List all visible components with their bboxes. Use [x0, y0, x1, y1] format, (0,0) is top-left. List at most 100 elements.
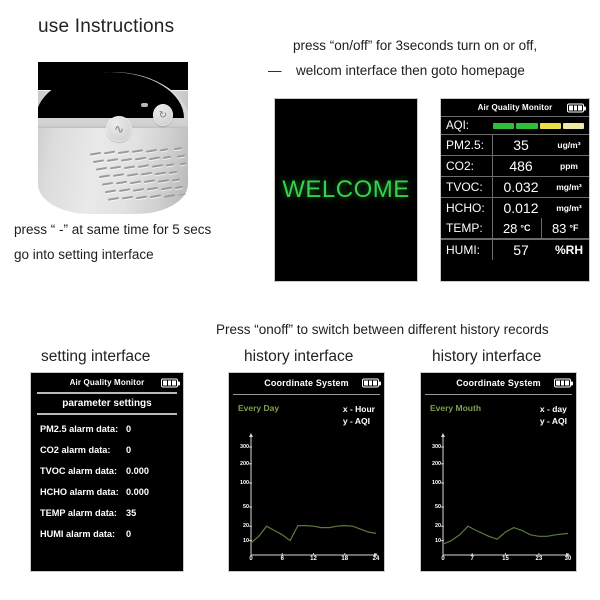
vent-slot — [113, 173, 124, 178]
setting-screen: Air Quality Monitor parameter settings P… — [30, 372, 184, 572]
monitor-row-label: PM2.5: — [441, 135, 493, 155]
vent-slot — [166, 163, 174, 167]
aqi-segment — [562, 122, 584, 129]
vent-slot — [99, 174, 110, 179]
press-instruction-line1: press “ -” at same time for 5 secs — [14, 222, 212, 237]
y-axis-tick: 50 — [243, 504, 249, 510]
monitor-row-unit: ug/m³ — [557, 140, 581, 150]
y-axis-tick: 20 — [243, 523, 249, 530]
setting-screen-header: Air Quality Monitor — [31, 373, 183, 392]
monitor-row-label: TVOC: — [441, 177, 493, 197]
x-axis-tick: 30 — [564, 556, 572, 562]
setting-item[interactable]: HCHO alarm data: 0.000 — [40, 487, 183, 497]
monitor-row-label: HCHO: — [441, 198, 493, 218]
monitor-row-value: 0.032 — [503, 179, 539, 195]
history-month-axis-labels: x - day y - AQI — [540, 403, 567, 428]
history-day-period: Every Day — [238, 403, 280, 413]
x-axis-tick: 6 — [280, 556, 284, 562]
vent-slot — [121, 157, 132, 162]
aqi-label: AQI: — [446, 119, 470, 132]
x-axis-tick: 24 — [372, 556, 380, 562]
caption-setting-interface: setting interface — [41, 348, 151, 365]
y-axis-tick: 100 — [432, 480, 441, 486]
battery-icon — [567, 103, 586, 112]
setting-screen-title: Air Quality Monitor — [69, 378, 145, 387]
setting-item[interactable]: HUMI alarm data: 0 — [40, 529, 183, 539]
vent-slot — [132, 149, 143, 154]
vent-slot — [136, 195, 147, 200]
history-month-plot: 300 200 100 50 20 10 0 7 15 23 30 — [427, 431, 572, 567]
history-day-legend: Every Day x - Hour y - AQI — [229, 395, 384, 428]
vent-slot — [105, 189, 116, 194]
temp-celsius: 28 °C — [493, 218, 541, 238]
device-power-button[interactable]: ∿ — [106, 116, 132, 142]
vent-slot — [172, 178, 180, 182]
temp-f-unit: °F — [569, 223, 579, 233]
history-day-header: Coordinate System — [229, 373, 384, 393]
vent-slot — [177, 154, 185, 159]
aqi-segment — [516, 122, 538, 129]
vent-slot — [133, 187, 144, 192]
aqi-segment — [539, 122, 561, 129]
temp-label: TEMP: — [441, 218, 493, 238]
device-mode-button[interactable]: ↻ — [153, 104, 173, 126]
x-axis-tick: 0 — [441, 556, 445, 562]
chart-line — [442, 525, 569, 545]
setting-subtitle: parameter settings — [37, 394, 177, 415]
monitor-row: CO2: 486 ppm — [441, 156, 589, 177]
chart-svg — [249, 433, 378, 557]
monitor-row-unit: ppm — [560, 161, 578, 171]
press-instruction-line2: go into setting interface — [14, 247, 154, 262]
setting-item-value: 0 — [126, 424, 132, 434]
monitor-screen-title: Air Quality Monitor — [477, 103, 553, 112]
vent-slot — [135, 156, 146, 161]
setting-item-value: 0 — [126, 529, 132, 539]
temp-c-value: 28 — [502, 220, 518, 236]
vent-slot — [161, 186, 172, 190]
monitor-row-unit: mg/m³ — [556, 203, 582, 213]
battery-icon — [362, 378, 381, 388]
setting-item[interactable]: TEMP alarm data: 35 — [40, 508, 183, 518]
vent-slot — [93, 159, 104, 164]
vent-slot — [119, 188, 130, 193]
monitor-screen: Air Quality Monitor AQI: PM2.5: 35 ug/m³ CO… — [440, 98, 590, 282]
caption-history-month: history interface — [432, 348, 542, 365]
chart-svg — [441, 433, 570, 557]
setting-item-label: TEMP alarm data: — [40, 508, 117, 518]
monitor-row: TVOC: 0.032 mg/m³ — [441, 177, 589, 198]
vent-slot — [107, 158, 118, 163]
aqi-row: AQI: — [441, 117, 589, 135]
monitor-row: HCHO: 0.012 mg/m³ — [441, 198, 589, 218]
vent-slot — [104, 151, 115, 155]
setting-item-label: TVOC alarm data: — [40, 466, 118, 476]
humi-row: HUMI: 57 %RH — [441, 239, 589, 260]
device-sensor-nub — [141, 103, 148, 107]
history-month-header: Coordinate System — [421, 373, 576, 393]
setting-item[interactable]: PM2.5 alarm data: 0 — [40, 424, 183, 434]
welcome-screen: WELCOME — [274, 98, 418, 282]
device-photo: ∿ ↻ — [38, 62, 188, 214]
caption-history-day: history interface — [244, 348, 354, 365]
vent-slot — [96, 166, 107, 171]
vent-slot — [108, 197, 119, 201]
setting-item[interactable]: TVOC alarm data: 0.000 — [40, 466, 183, 476]
aqi-bar — [493, 122, 584, 129]
temp-fahrenheit: 83 °F — [540, 218, 590, 238]
history-day-axis-labels: x - Hour y - AQI — [343, 403, 375, 428]
y-axis-tick: 200 — [432, 460, 441, 467]
battery-icon — [554, 378, 573, 388]
onoff-instruction-line1: press “on/off” for 3seconds turn on or o… — [293, 38, 538, 53]
wave-icon: ∿ — [113, 122, 125, 136]
vent-slot — [144, 179, 155, 184]
vent-slot — [124, 165, 135, 170]
history-day-x-label: x - Hour — [342, 404, 375, 414]
refresh-icon: ↻ — [158, 109, 168, 121]
vent-slot — [150, 194, 161, 199]
monitor-row: PM2.5: 35 ug/m³ — [441, 135, 589, 156]
history-month-period: Every Mouth — [430, 403, 482, 413]
setting-item[interactable]: CO2 alarm data: 0 — [40, 445, 183, 455]
vent-slot — [174, 147, 182, 151]
x-axis-tick: 0 — [249, 556, 253, 562]
vent-slot — [116, 181, 127, 185]
x-axis-tick: 15 — [502, 556, 509, 562]
